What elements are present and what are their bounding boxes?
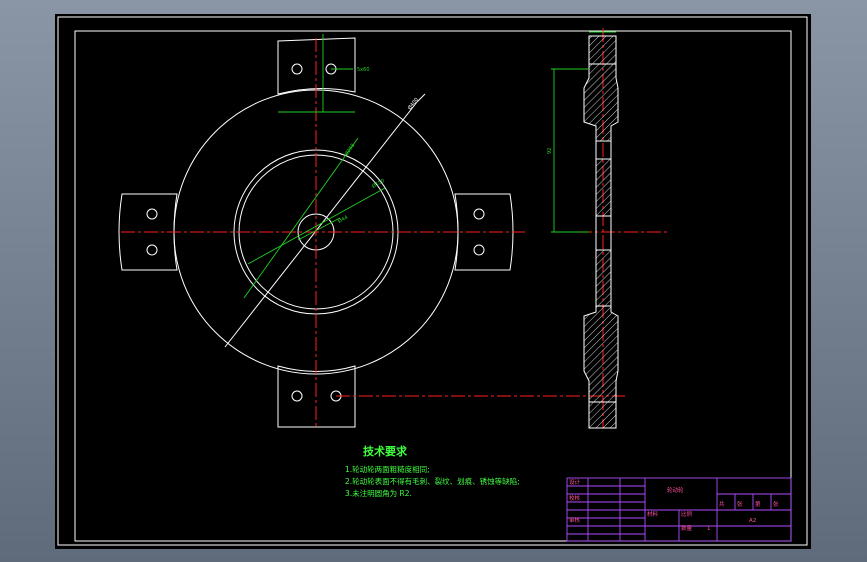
dim-top-tab: 5x60 [357, 67, 370, 73]
bottom-tab-hole-left [291, 390, 303, 402]
dim-diag-outer: Ø400 [406, 96, 420, 111]
tech-note-3: 3.未注明圆角为 R2. [345, 488, 412, 498]
dim-side-height: 92 [547, 148, 553, 154]
inner-sheet-border [74, 30, 792, 542]
tb-mid-label-2: 比例 [681, 510, 693, 518]
dim-diag-mid: Ø258 [343, 142, 356, 157]
tb-row-label-2: 校核 [569, 494, 581, 502]
cad-drawing: 5x60 Ø400 Ø258 Ø150 Ø44 92 技术要求 1.轮动轮两面粗… [57, 16, 808, 546]
tb-scale-label: 数量 [681, 524, 693, 532]
tech-note-1: 1.轮动轮两面粗糙度相同; [345, 464, 430, 474]
cad-viewport[interactable]: 5x60 Ø400 Ø258 Ø150 Ø44 92 技术要求 1.轮动轮两面粗… [55, 14, 811, 549]
tb-mid-label-1: 材料 [647, 510, 659, 518]
top-tab-hole-left [291, 63, 303, 75]
tech-notes: 技术要求 1.轮动轮两面粗糙度相同; 2.轮动轮表面不得有毛刺、裂纹、划痕、锈蚀… [345, 444, 520, 498]
tb-scale-value: 1 [707, 526, 711, 532]
tb-sheet-2: 张 [737, 500, 743, 508]
tb-sheet-size: A2 [749, 518, 756, 524]
side-upper-hub [595, 158, 612, 217]
tech-note-2: 2.轮动轮表面不得有毛刺、裂纹、划痕、锈蚀等缺陷; [345, 476, 520, 486]
tb-row-label-1: 设计 [569, 478, 581, 486]
side-upper-section [583, 35, 619, 142]
tb-part-name: 轮动轮 [667, 486, 684, 494]
tb-sheet-1: 共 [719, 500, 725, 508]
outer-diameter-leader [224, 101, 418, 348]
right-tab-hole-bottom [473, 244, 485, 256]
tb-sheet-3: 第 [755, 500, 761, 508]
left-tab-hole-bottom [146, 244, 158, 256]
right-tab-hole-top [473, 208, 485, 220]
side-lower-section [583, 305, 619, 429]
dim-hub: Ø44 [337, 214, 349, 225]
tb-sheet-4: 张 [773, 500, 779, 508]
outer-sheet-border [57, 16, 808, 546]
tb-row-label-3: 审核 [569, 516, 581, 524]
left-tab-hole-top [146, 208, 158, 220]
tech-notes-title: 技术要求 [363, 444, 408, 458]
side-lower-hub [595, 249, 612, 307]
